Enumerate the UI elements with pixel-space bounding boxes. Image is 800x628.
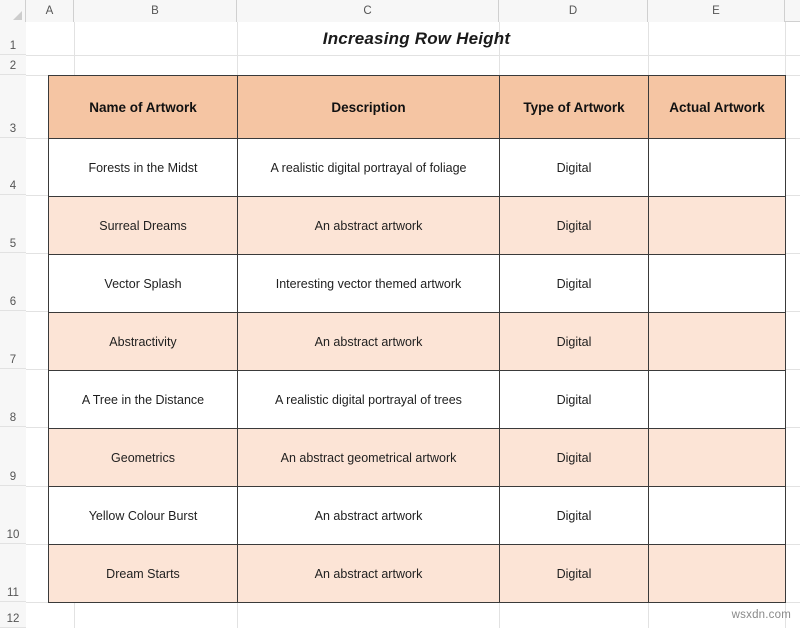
- column-header-description[interactable]: Description: [237, 75, 500, 139]
- row-header-bar: 1 2 3 4 5 6 7 8 9 10 11 12: [0, 22, 26, 628]
- cell-actual-artwork[interactable]: [648, 486, 786, 545]
- table-row: Dream Starts An abstract artwork Digital: [48, 544, 786, 603]
- cell-type-of-artwork[interactable]: Digital: [499, 138, 649, 197]
- cell-description[interactable]: An abstract artwork: [237, 544, 500, 603]
- cell-description[interactable]: A realistic digital portrayal of foliage: [237, 138, 500, 197]
- column-header-actual-artwork[interactable]: Actual Artwork: [648, 75, 786, 139]
- cell-actual-artwork[interactable]: [648, 428, 786, 487]
- cell-actual-artwork[interactable]: [648, 138, 786, 197]
- cell-type-of-artwork[interactable]: Digital: [499, 312, 649, 371]
- row-header-8[interactable]: 8: [0, 369, 26, 427]
- watermark: wsxdn.com: [731, 609, 791, 621]
- cell-description[interactable]: A realistic digital portrayal of trees: [237, 370, 500, 429]
- cell-actual-artwork[interactable]: [648, 312, 786, 371]
- column-header-type-of-artwork[interactable]: Type of Artwork: [499, 75, 649, 139]
- table-row: Forests in the Midst A realistic digital …: [48, 138, 786, 197]
- cell-name-of-artwork[interactable]: Surreal Dreams: [48, 196, 238, 255]
- row-header-4[interactable]: 4: [0, 138, 26, 195]
- column-header-c[interactable]: C: [237, 0, 499, 22]
- table-row: Vector Splash Interesting vector themed a…: [48, 254, 786, 313]
- cell-type-of-artwork[interactable]: Digital: [499, 544, 649, 603]
- cell-name-of-artwork[interactable]: Forests in the Midst: [48, 138, 238, 197]
- cell-name-of-artwork[interactable]: Geometrics: [48, 428, 238, 487]
- row-header-6[interactable]: 6: [0, 253, 26, 311]
- select-all-corner[interactable]: [0, 0, 26, 22]
- column-header-bar: ABCDE: [0, 0, 800, 22]
- cell-description[interactable]: An abstract artwork: [237, 312, 500, 371]
- row-header-7[interactable]: 7: [0, 311, 26, 369]
- row-header-5[interactable]: 5: [0, 195, 26, 253]
- table-row: Geometrics An abstract geometrical artwor…: [48, 428, 786, 487]
- cell-type-of-artwork[interactable]: Digital: [499, 254, 649, 313]
- column-header-e[interactable]: E: [648, 0, 785, 22]
- column-header-d[interactable]: D: [499, 0, 648, 22]
- cell-description[interactable]: An abstract geometrical artwork: [237, 428, 500, 487]
- cell-type-of-artwork[interactable]: Digital: [499, 370, 649, 429]
- row-header-9[interactable]: 9: [0, 427, 26, 486]
- column-header-name-of-artwork[interactable]: Name of Artwork: [48, 75, 238, 139]
- cell-type-of-artwork[interactable]: Digital: [499, 428, 649, 487]
- table-row: Abstractivity An abstract artwork Digital: [48, 312, 786, 371]
- cell-description[interactable]: An abstract artwork: [237, 486, 500, 545]
- table-row: A Tree in the Distance A realistic digita…: [48, 370, 786, 429]
- row-header-11[interactable]: 11: [0, 544, 26, 602]
- row-header-1[interactable]: 1: [0, 22, 26, 55]
- column-header-a[interactable]: A: [26, 0, 74, 22]
- page-title: Increasing Row Height: [322, 28, 511, 48]
- cell-actual-artwork[interactable]: [648, 544, 786, 603]
- cell-description[interactable]: An abstract artwork: [237, 196, 500, 255]
- spreadsheet-canvas: ABCDE 1 2 3 4 5 6 7 8 9 10 11 12 Increasing Row Hei…: [0, 0, 800, 628]
- table-row: Surreal Dreams An abstract artwork Digital: [48, 196, 786, 255]
- row-header-12[interactable]: 12: [0, 602, 26, 628]
- cell-name-of-artwork[interactable]: Vector Splash: [48, 254, 238, 313]
- row-header-10[interactable]: 10: [0, 486, 26, 544]
- cell-name-of-artwork[interactable]: Yellow Colour Burst: [48, 486, 238, 545]
- table-row: Yellow Colour Burst An abstract artwork Di…: [48, 486, 786, 545]
- table-header-row: Name of Artwork Description Type of Artw…: [48, 75, 786, 139]
- gridline-horizontal: [26, 55, 800, 56]
- cell-actual-artwork[interactable]: [648, 254, 786, 313]
- column-header-b[interactable]: B: [74, 0, 237, 22]
- cell-name-of-artwork[interactable]: Abstractivity: [48, 312, 238, 371]
- cell-description[interactable]: Interesting vector themed artwork: [237, 254, 500, 313]
- cell-actual-artwork[interactable]: [648, 370, 786, 429]
- row-header-3[interactable]: 3: [0, 75, 26, 138]
- cell-name-of-artwork[interactable]: A Tree in the Distance: [48, 370, 238, 429]
- cell-type-of-artwork[interactable]: Digital: [499, 196, 649, 255]
- cell-actual-artwork[interactable]: [648, 196, 786, 255]
- select-all-triangle-icon: [13, 11, 22, 20]
- cell-name-of-artwork[interactable]: Dream Starts: [48, 544, 238, 603]
- row-header-2[interactable]: 2: [0, 55, 26, 75]
- artwork-table: Name of Artwork Description Type of Artw…: [48, 75, 786, 603]
- cell-type-of-artwork[interactable]: Digital: [499, 486, 649, 545]
